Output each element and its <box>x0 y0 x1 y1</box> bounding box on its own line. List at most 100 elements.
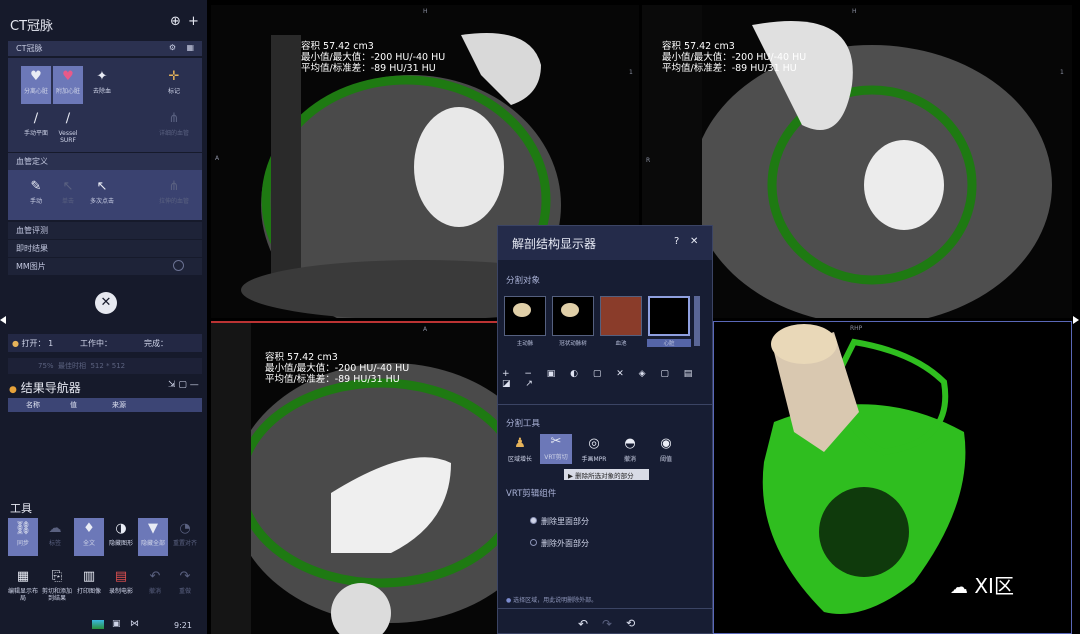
tool-reset[interactable]: ◔ 重置对齐 <box>170 518 200 556</box>
tool-seg-undo[interactable]: ◓ 撤消 <box>614 436 646 463</box>
tool-stretch-vessel[interactable]: ⋔ 拉伸的血管 <box>159 176 189 214</box>
tool-cut-add[interactable]: ⎘ 剪切和添加到结果 <box>42 566 72 604</box>
hide-all-icon: ▼ <box>148 521 158 536</box>
tool-edit-layout[interactable]: ▦ 编辑显示布局 <box>8 566 38 604</box>
tool-redo[interactable]: ↷ 重做 <box>170 566 200 604</box>
thumb-coronary[interactable] <box>552 296 594 336</box>
add-icon[interactable]: + <box>188 14 199 29</box>
thumb-scrollbar[interactable] <box>694 296 700 346</box>
radio-remove-outside[interactable] <box>530 539 537 546</box>
multi-pointer-icon: ↖ <box>96 179 108 194</box>
remove-icon: ✦ <box>96 69 108 84</box>
workflow-header[interactable]: CT冠脉 ⚙ ▦ <box>8 41 202 56</box>
heart-add-icon: ♥ <box>62 69 74 84</box>
stretch-icon: ⋔ <box>168 179 180 194</box>
mean-text-2: 平均值/标准差：-89 HU/31 HU <box>662 63 797 74</box>
coronary-preview <box>561 303 579 317</box>
viewport-bottom-right[interactable]: RHP ☁ XI区 <box>713 321 1072 634</box>
dialog-close-button[interactable]: ✕ <box>690 236 698 247</box>
dialog-redo-icon[interactable]: ↷ <box>602 617 612 631</box>
dialog-titlebar[interactable]: 解剖结构显示器 ? ✕ <box>498 226 712 260</box>
help-button[interactable]: ? <box>674 236 679 247</box>
workflow-title: CT冠脉 <box>16 44 43 53</box>
volume-text-2: 容积 57.42 cm3 <box>662 41 735 52</box>
seg-objects-label: 分割对象 <box>506 276 541 286</box>
tool-isolate-heart[interactable]: ♥ 分离心脏 <box>21 66 51 104</box>
gear-icon[interactable]: ⚙ <box>169 43 176 52</box>
vrt-3d-heart <box>714 322 1071 633</box>
tools-title: 工具 <box>10 502 32 515</box>
thumb-bloodpool[interactable] <box>600 296 642 336</box>
plane-icon: ∕ <box>33 111 39 126</box>
status-icon: ● <box>12 339 19 348</box>
tool-manual[interactable]: ✎ 手动 <box>21 176 51 214</box>
thumb-heart[interactable] <box>648 296 690 336</box>
reset-icon: ◔ <box>179 521 191 536</box>
tool-label[interactable]: ☁ 标签 <box>40 518 70 556</box>
dialog-undo-icon[interactable]: ↶ <box>578 617 588 631</box>
status-bar: ● 打开： 1 工作中： 完成： <box>8 334 202 352</box>
tool-region-grow[interactable]: ♟ 区域增长 <box>504 436 536 463</box>
minmax-text: 最小值/最大值：-200 HU/-40 HU <box>301 52 446 63</box>
pointer-icon: ↖ <box>62 179 74 194</box>
mean-text-3: 平均值/标准差：-89 HU/31 HU <box>265 374 400 385</box>
section-mm[interactable]: MM图片 <box>8 258 202 275</box>
thumb-aorta[interactable] <box>504 296 546 336</box>
toggle-icon[interactable] <box>173 260 184 271</box>
brush-icon: ✎ <box>30 179 42 194</box>
tool-mark[interactable]: ✛ 标记 <box>159 66 189 104</box>
orient-label-right: 1 <box>629 69 633 76</box>
tool-vessel-surf[interactable]: ∕ Vessel SURF <box>53 108 83 146</box>
tool-add-heart[interactable]: ♥ 附加心脏 <box>53 66 83 104</box>
tool-freehand-mpr[interactable]: ◎ 手画MPR <box>578 436 610 463</box>
nav-actions-icon[interactable]: ⇲ ▢ — <box>168 380 199 390</box>
region-icon: ♟ <box>514 436 526 451</box>
mpr-icon: ◎ <box>588 436 600 451</box>
dialog-reset-icon[interactable]: ⟲ <box>626 617 635 630</box>
tool-remove-blood[interactable]: ✦ 去除血 <box>87 66 117 104</box>
tool-detailed-vessel[interactable]: ⋔ 详细的血管 <box>159 108 189 146</box>
link-icon: ⛓ <box>14 521 32 536</box>
stats-overlay: 容积 57.42 cm3 最小值/最大值：-200 HU/-40 HU 平均值/… <box>301 41 445 74</box>
tool-manual-plane[interactable]: ∕ 手动平面 <box>21 108 51 146</box>
cut-icon: ⎘ <box>51 569 63 584</box>
clock: 9:21 <box>174 621 192 630</box>
tool-record-movie[interactable]: ▤ 录制电影 <box>106 566 136 604</box>
dialog-title: 解剖结构显示器 <box>512 237 597 251</box>
vrt-icon: ✂ <box>550 434 562 449</box>
radio-remove-inside[interactable] <box>530 517 537 524</box>
collapse-right-icon[interactable] <box>1073 316 1079 324</box>
printer-icon: ▣ <box>112 619 121 629</box>
nav-title: ● 结果导航器 <box>9 381 81 395</box>
tool-hide-graphics[interactable]: ◑ 隐藏图形 <box>106 518 136 556</box>
info-icon: ● <box>9 385 17 395</box>
section-results[interactable]: 即时结果 <box>8 240 202 257</box>
tool-undo[interactable]: ↶ 撤消 <box>140 566 170 604</box>
orient-label-top-2: H <box>852 8 857 15</box>
section-vessel-def[interactable]: 血管定义 <box>8 153 202 170</box>
stats-overlay-3: 容积 57.42 cm3 最小值/最大值：-200 HU/-40 HU 平均值/… <box>265 352 409 385</box>
tool-print[interactable]: ▥ 打印图像 <box>74 566 104 604</box>
tool-single-click[interactable]: ↖ 单击 <box>53 176 83 214</box>
radio-remove-inside-label: 删除里面部分 <box>541 517 589 526</box>
close-button[interactable]: ✕ <box>95 292 117 314</box>
left-panel: CT冠脉 ⊕ + CT冠脉 ⚙ ▦ ♥ 分离心脏 ♥ 附加心脏 ✦ 去除血 ✛ 标记 ∕… <box>0 0 207 634</box>
tool-multi-click[interactable]: ↖ 多次点击 <box>87 176 117 214</box>
tool-sync[interactable]: ⛓ 同步 <box>8 518 38 556</box>
network-icon <box>92 620 104 629</box>
nav-table-header: 名称 值 来源 <box>8 398 202 412</box>
volume-text: 容积 57.42 cm3 <box>301 41 374 52</box>
volume-text-3: 容积 57.42 cm3 <box>265 352 338 363</box>
movie-icon: ▤ <box>114 569 128 584</box>
tool-vrt-cut[interactable]: ✂ VRT剪切 <box>540 434 572 464</box>
object-toolbar[interactable]: + − ▣ ◐ ▢ ✕ ◈ ▢ ▤ ◪ ↗ <box>502 369 708 389</box>
tool-fulltext[interactable]: ♦ 全文 <box>74 518 104 556</box>
tooltip: ▶ 删除所选对象的部分 <box>564 469 649 480</box>
orient-label-right-2: 1 <box>1060 69 1064 76</box>
tool-hide-all[interactable]: ▼ 隐藏全部 <box>138 518 168 556</box>
viewport-bottom-left[interactable]: 容积 57.42 cm3 最小值/最大值：-200 HU/-40 HU 平均值/… <box>211 321 497 634</box>
grid-icon[interactable]: ▦ <box>186 43 194 52</box>
tool-threshold[interactable]: ◉ 阈值 <box>650 436 682 463</box>
section-vessel-eval[interactable]: 血管评测 <box>8 222 202 239</box>
clock-add-icon[interactable]: ⊕ <box>170 14 181 29</box>
